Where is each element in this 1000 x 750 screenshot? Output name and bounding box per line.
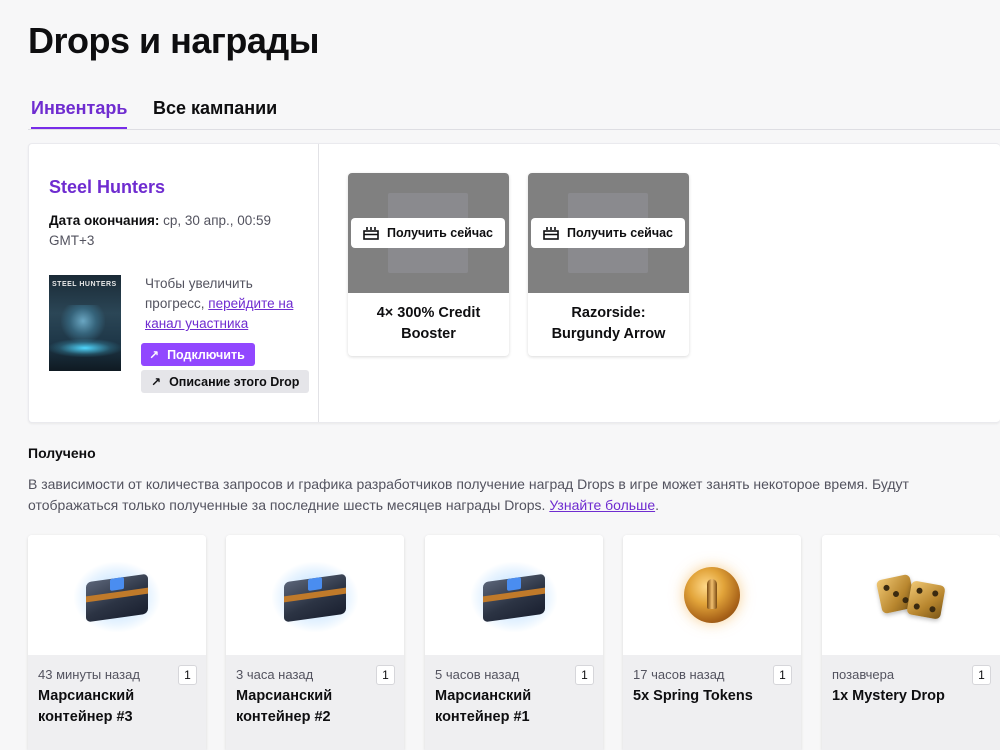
drop-image: [28, 535, 206, 655]
drop-count-badge: 1: [178, 665, 197, 685]
campaign-card: Steel Hunters Дата окончания: ср, 30 апр…: [28, 143, 1000, 423]
drop-info: 5 часов назад 1 Марсианский контейнер #1: [425, 655, 603, 750]
claim-now-label: Получить сейчас: [566, 226, 673, 240]
drop-count-badge: 1: [972, 665, 991, 685]
game-box-art[interactable]: STEEL HUNTERS: [49, 275, 121, 371]
dice-icon: [875, 567, 947, 623]
received-drop-card[interactable]: 5 часов назад 1 Марсианский контейнер #1: [425, 535, 603, 750]
drop-info: 43 минуты назад 1 Марсианский контейнер …: [28, 655, 206, 750]
box-art-glow: [49, 339, 121, 357]
learn-more-link[interactable]: Узнайте больше: [549, 497, 655, 513]
claim-now-label: Получить сейчас: [386, 226, 493, 240]
tab-bar: Инвентарь Все кампании: [28, 98, 1000, 130]
drop-name: Марсианский контейнер #2: [236, 688, 333, 725]
reward-image: Получить сейчас: [348, 173, 509, 293]
drop-received-time: 3 часа назад: [236, 667, 314, 682]
reward-name: Razorside: Burgundy Arrow: [551, 305, 666, 342]
external-arrow-icon: ↗: [151, 374, 162, 389]
drop-details-button[interactable]: ↗ Описание этого Drop: [141, 370, 310, 393]
received-drop-card[interactable]: 43 минуты назад 1 Марсианский контейнер …: [28, 535, 206, 750]
drop-info: 3 часа назад 1 Марсианский контейнер #2: [226, 655, 404, 750]
page-title: Drops и награды: [28, 20, 320, 61]
drop-name: 1x Mystery Drop: [832, 688, 945, 704]
external-arrow-icon: ↗: [149, 347, 160, 362]
reward-card: Получить сейчас 4× 300% Credit Booster: [348, 173, 509, 356]
reward-name: 4× 300% Credit Booster: [376, 305, 481, 342]
tab-all-campaigns[interactable]: Все кампании: [153, 98, 277, 125]
received-drop-card[interactable]: 17 часов назад 1 5x Spring Tokens: [623, 535, 801, 750]
gift-icon: [543, 227, 559, 240]
drop-info: позавчера 1 1x Mystery Drop: [822, 655, 1000, 750]
gift-icon: [363, 227, 379, 240]
drop-name: 5x Spring Tokens: [633, 688, 753, 704]
claim-now-button[interactable]: Получить сейчас: [531, 218, 685, 248]
received-description-text: В зависимости от количества запросов и г…: [28, 476, 909, 513]
drop-name: Марсианский контейнер #3: [38, 688, 135, 725]
tab-inventory[interactable]: Инвентарь: [31, 98, 128, 129]
drop-image: [822, 535, 1000, 655]
drop-received-time: позавчера: [832, 667, 895, 682]
drop-received-time: 5 часов назад: [435, 667, 520, 682]
received-section-title: Получено: [28, 445, 96, 461]
drop-name: Марсианский контейнер #1: [435, 688, 532, 725]
drop-image: [226, 535, 404, 655]
received-description: В зависимости от количества запросов и г…: [28, 474, 988, 516]
end-date-label: Дата окончания:: [49, 213, 160, 228]
drop-count-badge: 1: [773, 665, 792, 685]
campaign-info-panel: Steel Hunters Дата окончания: ср, 30 апр…: [29, 144, 319, 422]
drop-count-badge: 1: [575, 665, 594, 685]
chest-icon: [272, 562, 358, 632]
campaign-name-link[interactable]: Steel Hunters: [49, 177, 165, 198]
connect-button-label: Подключить: [167, 347, 245, 362]
chest-icon: [74, 562, 160, 632]
drop-image: [623, 535, 801, 655]
connect-button[interactable]: ↗ Подключить: [141, 343, 255, 366]
drop-count-badge: 1: [376, 665, 395, 685]
drop-info: 17 часов назад 1 5x Spring Tokens: [623, 655, 801, 750]
received-description-end: .: [655, 497, 659, 513]
campaign-end-date: Дата окончания: ср, 30 апр., 00:59 GMT+3: [49, 211, 289, 251]
received-drop-card[interactable]: 3 часа назад 1 Марсианский контейнер #2: [226, 535, 404, 750]
claim-now-button[interactable]: Получить сейчас: [351, 218, 505, 248]
drop-received-time: 43 минуты назад: [38, 667, 140, 682]
chest-icon: [471, 562, 557, 632]
received-drop-card[interactable]: позавчера 1 1x Mystery Drop: [822, 535, 1000, 750]
reward-image: Получить сейчас: [528, 173, 689, 293]
progress-hint: Чтобы увеличить прогресс, перейдите на к…: [145, 274, 310, 334]
drop-image: [425, 535, 603, 655]
drop-details-label: Описание этого Drop: [169, 374, 300, 389]
token-coin-icon: [684, 567, 740, 623]
box-art-logo: STEEL HUNTERS: [52, 281, 117, 288]
reward-card: Получить сейчас Razorside: Burgundy Arro…: [528, 173, 689, 356]
drop-received-time: 17 часов назад: [633, 667, 725, 682]
